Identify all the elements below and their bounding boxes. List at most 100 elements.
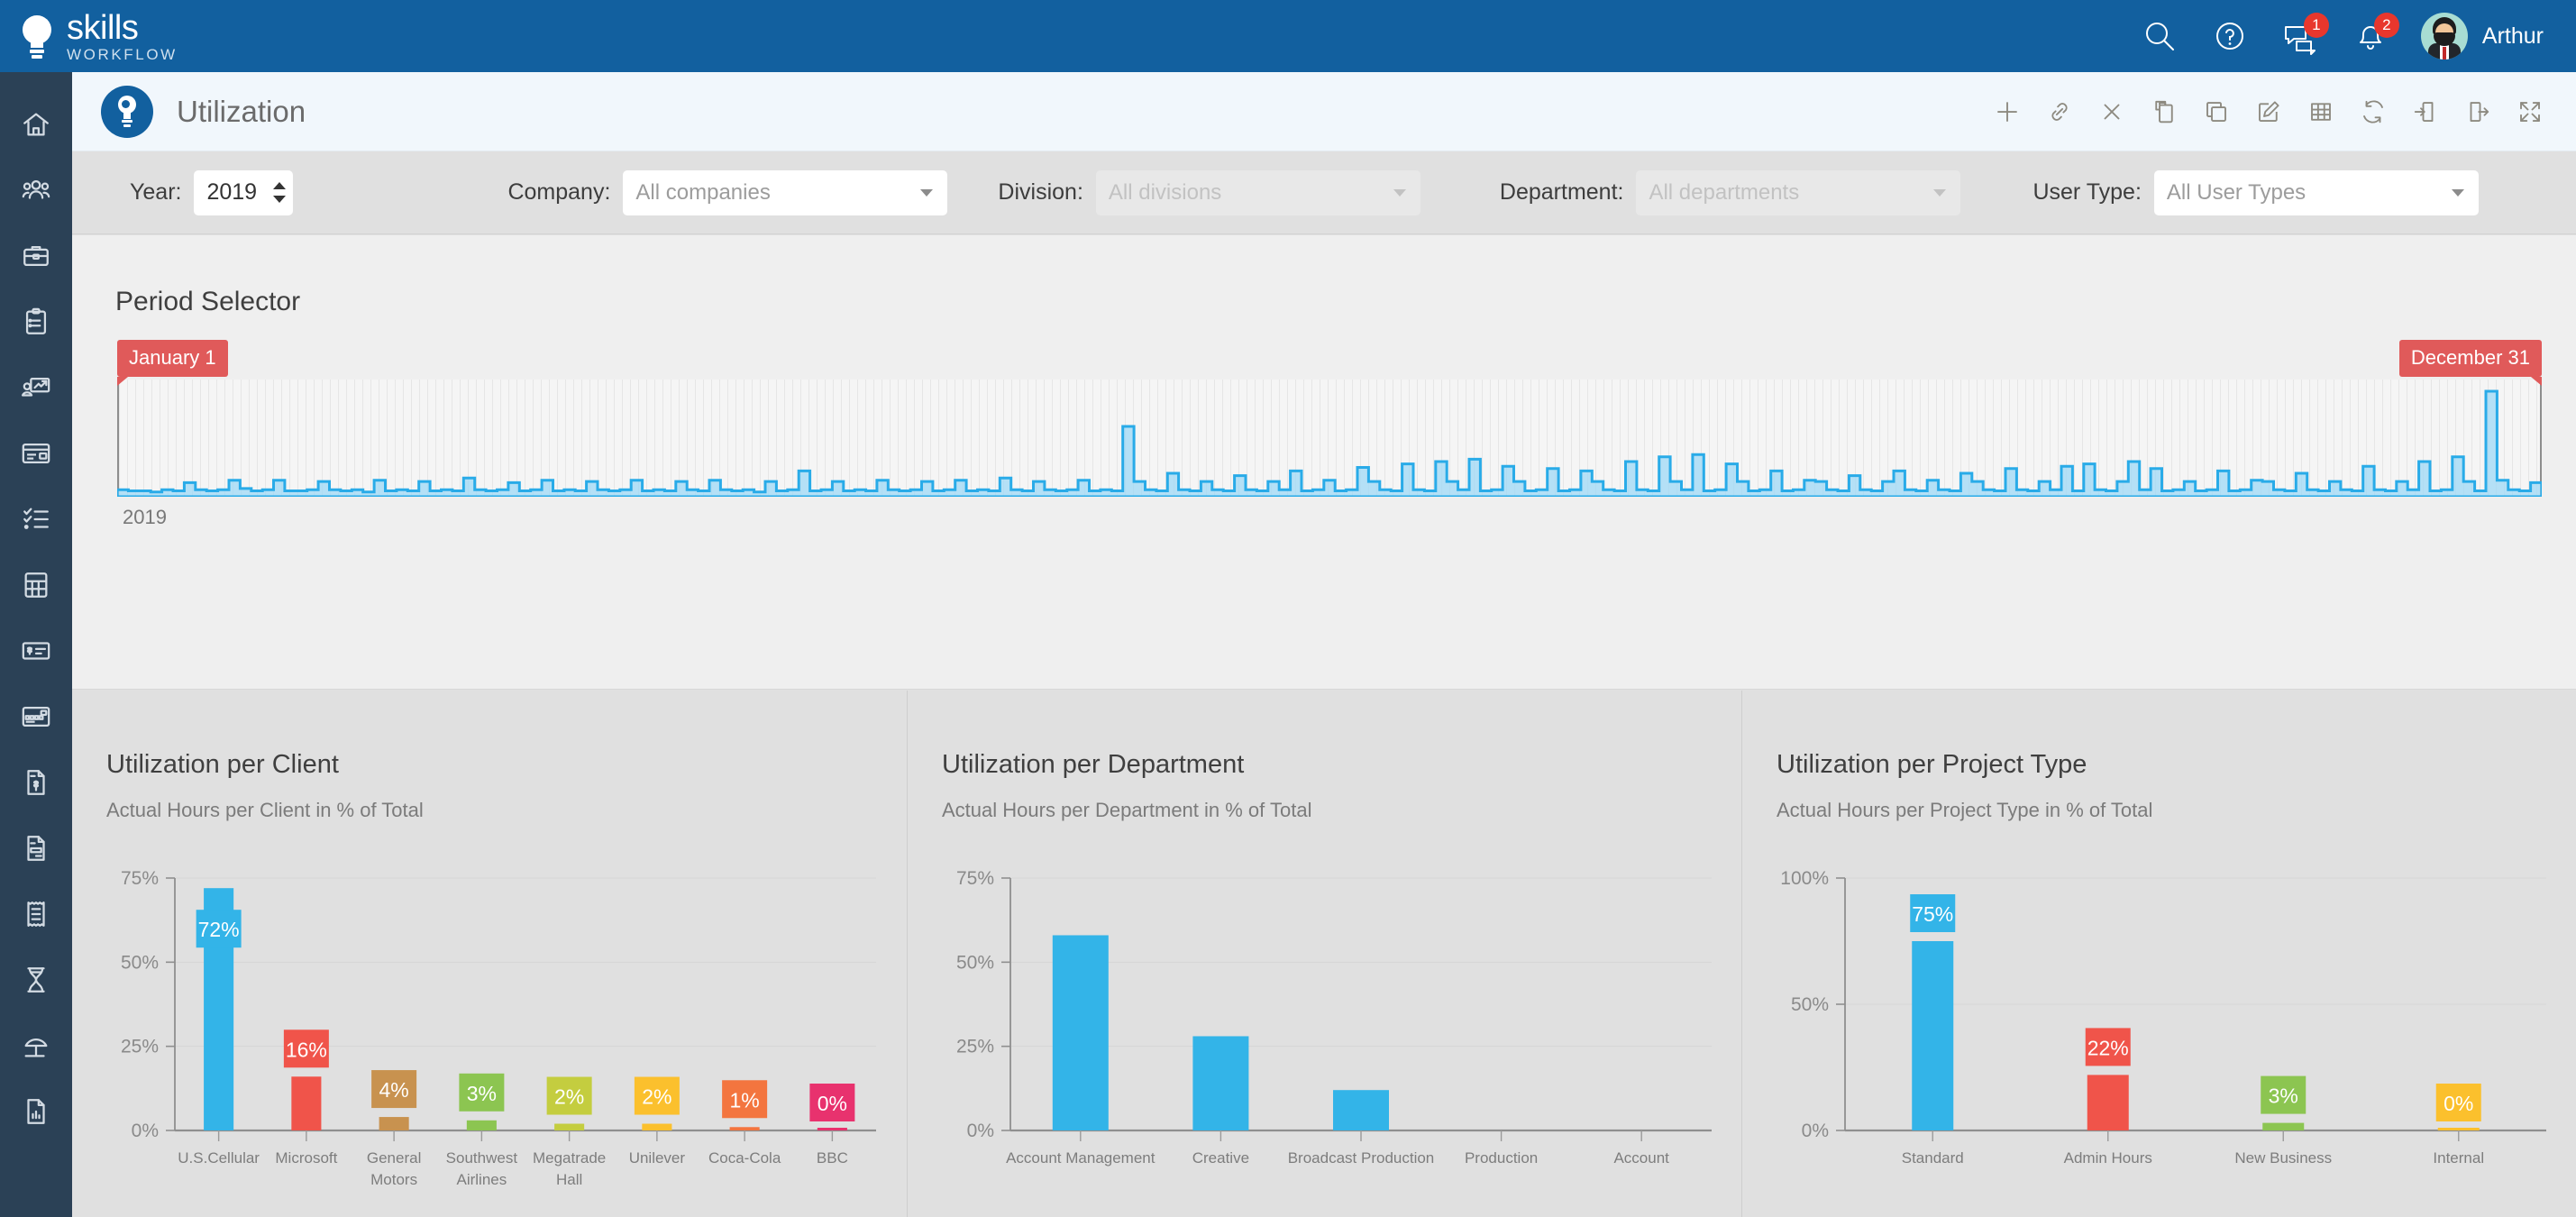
- user-menu[interactable]: Arthur: [2420, 13, 2544, 59]
- page-title: Utilization: [177, 94, 306, 128]
- home-icon: [21, 109, 51, 144]
- filter-bar: Year: 2019 Company: All companies Divisi…: [72, 151, 2576, 234]
- chart-title: Utilization per Client: [106, 750, 339, 779]
- sidebar-item-billing[interactable]: [0, 686, 72, 752]
- division-filter: Division: All divisions: [998, 169, 1420, 215]
- svg-text:50%: 50%: [1791, 994, 1829, 1015]
- sidebar-item-timesheets[interactable]: [0, 949, 72, 1015]
- brand-subtitle: WORKFLOW: [67, 45, 178, 63]
- sidebar-item-tasks[interactable]: [0, 291, 72, 357]
- svg-text:25%: 25%: [121, 1037, 159, 1057]
- svg-text:BBC: BBC: [817, 1149, 848, 1167]
- chart-plot[interactable]: 0% 50% 100% 75% Standard 22% Admin Hours 3% New …: [1762, 862, 2559, 1195]
- sidebar-item-checklists[interactable]: [0, 489, 72, 554]
- import-icon[interactable]: [2412, 98, 2439, 125]
- svg-text:0%: 0%: [1802, 1121, 1829, 1141]
- link-icon[interactable]: [2046, 98, 2073, 125]
- report-chart-icon: [21, 1096, 51, 1131]
- clipboard-list-icon: [21, 307, 51, 342]
- svg-text:Admin Hours: Admin Hours: [2064, 1149, 2152, 1167]
- id-card-icon: [21, 438, 51, 473]
- app-root: skills WORKFLOW 1 2 Arthur Utilization Y…: [0, 0, 2576, 1217]
- edit-icon[interactable]: [2255, 98, 2282, 125]
- sidebar-item-documents[interactable]: [0, 818, 72, 883]
- export-icon[interactable]: [2464, 98, 2491, 125]
- left-sidebar: [0, 72, 72, 1217]
- chart-panel-client: Utilization per Client Actual Hours per …: [72, 691, 907, 1217]
- sidebar-item-home[interactable]: [0, 94, 72, 160]
- calculator-icon: [21, 570, 51, 605]
- paste-icon[interactable]: [2151, 98, 2178, 125]
- sidebar-item-absences[interactable]: [0, 1015, 72, 1081]
- invoice-dollar-icon: [21, 767, 51, 802]
- sidebar-item-jobs[interactable]: [0, 225, 72, 291]
- chart-plot[interactable]: 0% 25% 50% 75% 72% U.S.Cellular 16% Microsoft 4%…: [92, 862, 889, 1195]
- svg-text:Account: Account: [1613, 1149, 1669, 1167]
- receipt-icon: [21, 899, 51, 934]
- close-icon[interactable]: [2098, 98, 2125, 125]
- svg-text:2%: 2%: [554, 1085, 584, 1109]
- charts-row: Utilization per Client Actual Hours per …: [72, 691, 2576, 1217]
- period-start-handle[interactable]: January 1: [117, 340, 228, 386]
- search-icon[interactable]: [2140, 16, 2179, 56]
- sidebar-item-receipts[interactable]: [0, 883, 72, 949]
- chart-panel-project-type: Utilization per Project Type Actual Hour…: [1741, 691, 2576, 1217]
- svg-text:72%: 72%: [198, 918, 240, 941]
- sidebar-item-people[interactable]: [0, 160, 72, 225]
- svg-text:Creative: Creative: [1192, 1149, 1249, 1167]
- chart-plot[interactable]: 0% 25% 50% 75% Account Management Creative Bro…: [927, 862, 1724, 1195]
- svg-text:Microsoft: Microsoft: [275, 1149, 337, 1167]
- copy-icon[interactable]: [2203, 98, 2230, 125]
- checklist-icon: [21, 504, 51, 539]
- sidebar-item-reports[interactable]: [0, 1081, 72, 1147]
- svg-text:New Business: New Business: [2234, 1149, 2332, 1167]
- bell-icon[interactable]: 2: [2351, 13, 2399, 56]
- chat-icon[interactable]: 1: [2280, 13, 2329, 56]
- year-label: Year:: [130, 179, 182, 205]
- company-label: Company:: [507, 179, 611, 205]
- year-stepper[interactable]: [273, 182, 287, 203]
- svg-text:1%: 1%: [730, 1088, 760, 1112]
- svg-text:75%: 75%: [121, 868, 159, 889]
- division-select: All divisions: [1095, 169, 1420, 215]
- help-circle-icon[interactable]: [2210, 16, 2250, 56]
- user-name: Arthur: [2481, 23, 2544, 49]
- plus-icon[interactable]: [1994, 98, 2021, 125]
- expand-icon[interactable]: [2517, 98, 2544, 125]
- brand-logo[interactable]: skills WORKFLOW: [20, 11, 178, 62]
- chart-subtitle: Actual Hours per Department in % of Tota…: [942, 799, 1312, 821]
- svg-text:0%: 0%: [132, 1121, 159, 1141]
- sidebar-item-pitches[interactable]: [0, 357, 72, 423]
- credit-card-icon: [21, 701, 51, 737]
- sidebar-item-cards[interactable]: [0, 423, 72, 489]
- svg-text:75%: 75%: [956, 868, 994, 889]
- sidebar-item-invoices[interactable]: [0, 752, 72, 818]
- svg-text:Airlines: Airlines: [457, 1171, 507, 1188]
- stepper-up-icon[interactable]: [273, 182, 287, 189]
- svg-text:Motors: Motors: [370, 1171, 417, 1188]
- refresh-icon[interactable]: [2360, 98, 2387, 125]
- sidebar-item-estimates[interactable]: [0, 554, 72, 620]
- svg-text:50%: 50%: [121, 952, 159, 973]
- sidebar-item-payments[interactable]: [0, 620, 72, 686]
- svg-text:25%: 25%: [956, 1037, 994, 1057]
- user-type-select[interactable]: All User Types: [2153, 169, 2479, 215]
- svg-text:Hall: Hall: [556, 1171, 582, 1188]
- year-value: 2019: [206, 179, 258, 205]
- table-icon[interactable]: [2307, 98, 2334, 125]
- chart-title: Utilization per Department: [942, 750, 1245, 779]
- page-header: Utilization: [72, 72, 2576, 151]
- avatar: [2420, 13, 2468, 59]
- division-value: All divisions: [1108, 179, 1222, 205]
- period-selector-chart[interactable]: January 1 December 31: [117, 340, 2543, 497]
- year-input[interactable]: 2019: [194, 169, 294, 215]
- presentation-chart-icon: [21, 372, 51, 407]
- user-type-filter: User Type: All User Types: [2032, 169, 2479, 215]
- stepper-down-icon[interactable]: [273, 196, 287, 203]
- department-value: All departments: [1649, 179, 1800, 205]
- period-sparkline: [117, 389, 2542, 497]
- company-select[interactable]: All companies: [623, 169, 948, 215]
- company-value: All companies: [635, 179, 771, 205]
- period-end-handle[interactable]: December 31: [2398, 340, 2543, 386]
- svg-text:2%: 2%: [642, 1085, 671, 1109]
